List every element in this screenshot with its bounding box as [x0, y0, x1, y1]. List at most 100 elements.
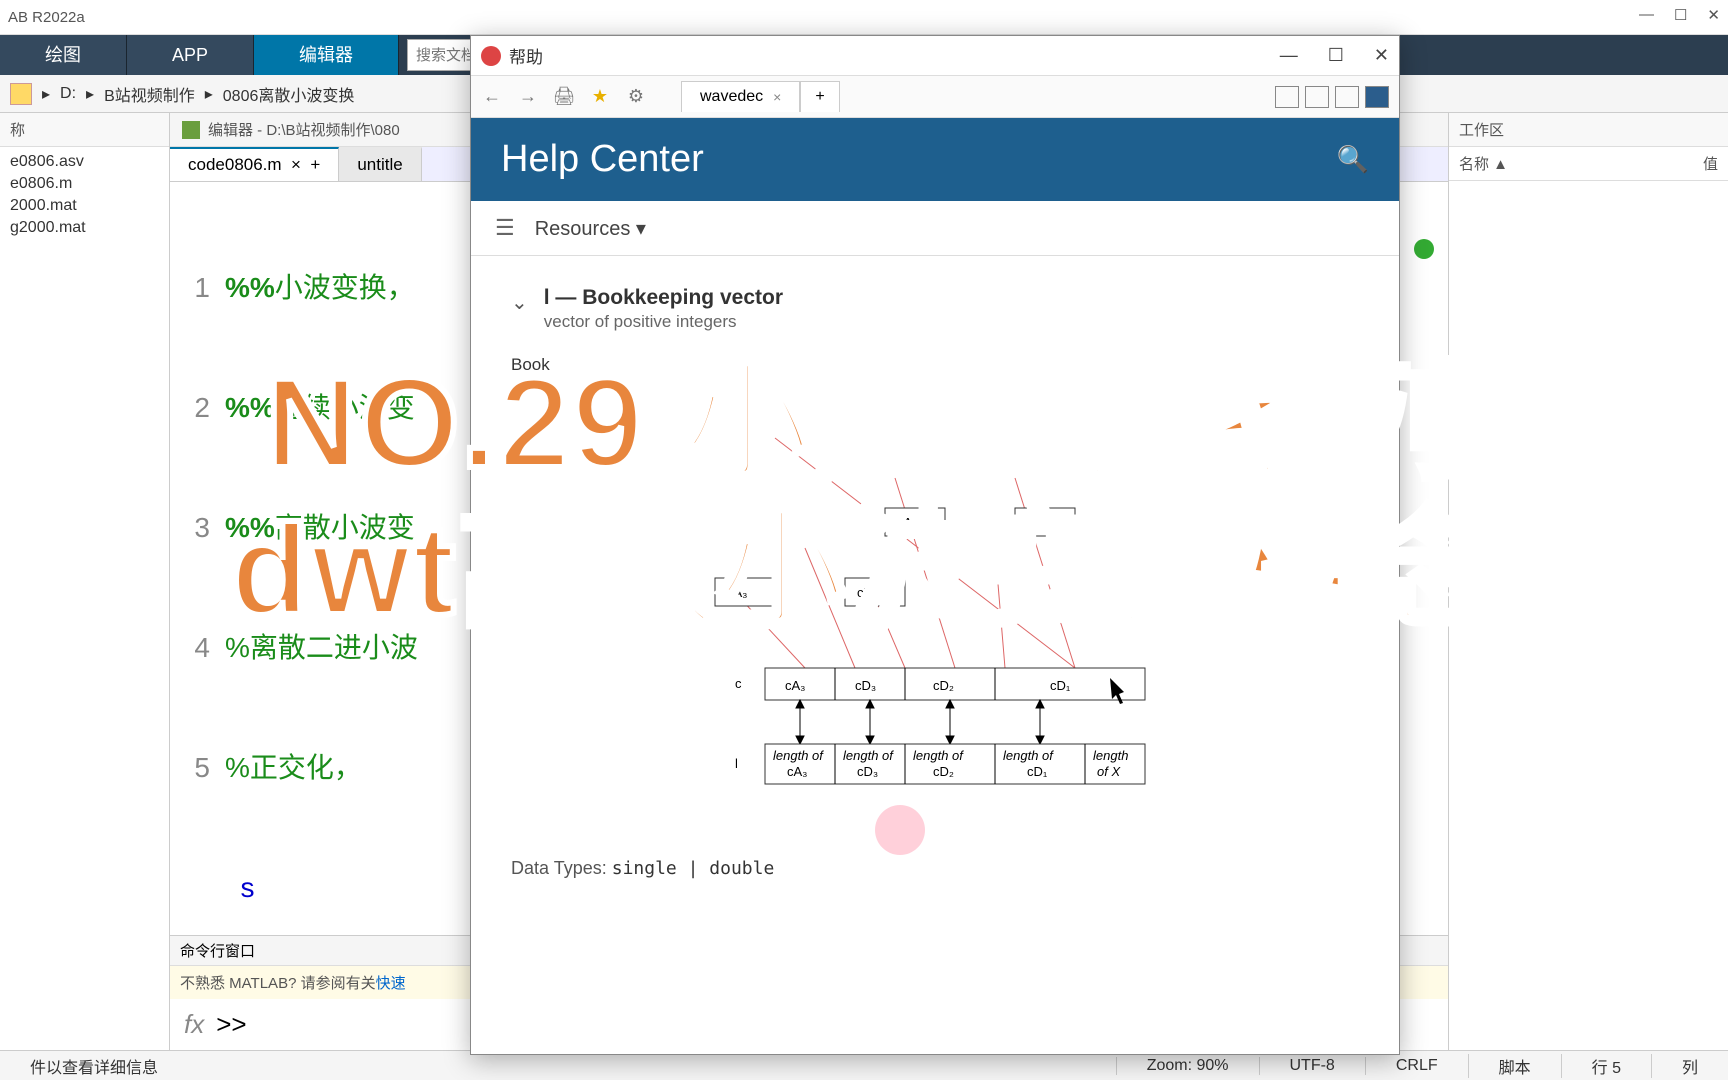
- svg-text:cD₃: cD₃: [855, 678, 876, 693]
- svg-text:length: length: [1093, 748, 1128, 763]
- bc-sep: ▸: [42, 84, 50, 104]
- file-item[interactable]: e0806.m: [0, 173, 169, 195]
- help-minimize[interactable]: —: [1280, 45, 1298, 66]
- window-controls: — ☐ ✕: [1639, 6, 1720, 24]
- sb-info: 件以查看详细信息: [0, 1054, 188, 1078]
- svg-text:cD₃: cD₃: [857, 585, 878, 600]
- resources-dropdown[interactable]: Resources ▾: [535, 216, 646, 241]
- svg-text:cA₃: cA₃: [787, 764, 807, 779]
- tab-editor[interactable]: 编辑器: [254, 35, 399, 75]
- quickstart-link[interactable]: 快速: [376, 975, 406, 992]
- svg-text:cD₁: cD₁: [1027, 764, 1048, 779]
- fx-icon[interactable]: fx: [184, 1009, 204, 1040]
- status-ok-icon: [1414, 239, 1434, 259]
- close-icon[interactable]: ×: [773, 89, 781, 105]
- wavedec-diagram: cA₂ cD₂ cA₃ cD₃ c cA₃ cD₃ cD₂ cD₁: [655, 408, 1215, 828]
- collapse-section[interactable]: ⌄ l — Bookkeeping vector vector of posit…: [511, 286, 1359, 332]
- help-close[interactable]: ✕: [1374, 45, 1389, 66]
- help-maximize[interactable]: ☐: [1328, 45, 1344, 66]
- gear-icon[interactable]: ⚙: [625, 86, 647, 108]
- app-title: AB R2022a: [8, 9, 85, 26]
- highlight-spot: [875, 805, 925, 855]
- data-types-row: Data Types: single | double: [511, 858, 1359, 879]
- file-item[interactable]: g2000.mat: [0, 217, 169, 239]
- svg-text:l: l: [735, 756, 738, 771]
- col-name[interactable]: 名称 ▲: [1459, 153, 1703, 174]
- help-window: 帮助 — ☐ ✕ ← → 🖨 ★ ⚙ wavedec× + Help Cente…: [470, 35, 1400, 1055]
- close-button[interactable]: ✕: [1707, 6, 1720, 24]
- file-list: e0806.asv e0806.m 2000.mat g2000.mat: [0, 147, 169, 243]
- file-item[interactable]: 2000.mat: [0, 195, 169, 217]
- help-app-icon: [481, 46, 501, 66]
- forward-icon[interactable]: →: [517, 86, 539, 108]
- search-icon[interactable]: 🔍: [1337, 144, 1369, 175]
- svg-text:cD₂: cD₂: [933, 764, 954, 779]
- svg-text:cA₂: cA₂: [897, 515, 917, 530]
- tab-app[interactable]: APP: [127, 35, 254, 75]
- layout-rows-icon[interactable]: [1335, 86, 1359, 108]
- svg-text:cD₂: cD₂: [1027, 515, 1048, 530]
- section-title: l — Bookkeeping vector: [544, 286, 783, 310]
- col-value[interactable]: 值: [1703, 153, 1718, 174]
- help-titlebar[interactable]: 帮助 — ☐ ✕: [471, 36, 1399, 76]
- name-column-header: 称: [0, 113, 169, 147]
- help-toolbar: ← → 🖨 ★ ⚙ wavedec× +: [471, 76, 1399, 118]
- folder-icon[interactable]: [10, 83, 32, 105]
- layout-split-icon[interactable]: [1305, 86, 1329, 108]
- favorite-icon[interactable]: ★: [589, 86, 611, 108]
- help-tab-new[interactable]: +: [800, 81, 839, 112]
- svg-text:cD₃: cD₃: [857, 764, 878, 779]
- help-center-title: Help Center: [501, 138, 704, 181]
- help-header: Help Center 🔍: [471, 118, 1399, 201]
- sb-encoding: UTF-8: [1259, 1057, 1365, 1075]
- help-tab[interactable]: wavedec×: [681, 81, 800, 112]
- svg-text:length of: length of: [843, 748, 894, 763]
- editor-icon: [182, 121, 200, 139]
- back-icon[interactable]: ←: [481, 86, 503, 108]
- svg-text:c: c: [735, 676, 742, 691]
- svg-text:length of: length of: [1003, 748, 1054, 763]
- bc-sep: ▸: [205, 84, 213, 104]
- sb-eol: CRLF: [1365, 1057, 1468, 1075]
- help-title-text: 帮助: [509, 43, 543, 68]
- editor-tab-inactive[interactable]: untitle: [339, 147, 421, 181]
- help-body[interactable]: ⌄ l — Bookkeeping vector vector of posit…: [471, 256, 1399, 1054]
- svg-text:cA₃: cA₃: [785, 678, 805, 693]
- line-number: 1: [170, 268, 225, 308]
- print-icon[interactable]: 🖨: [553, 86, 575, 108]
- bc-folder2[interactable]: 0806离散小波变换: [223, 82, 355, 106]
- sb-row: 行 5: [1561, 1054, 1651, 1078]
- hamburger-icon[interactable]: ☰: [495, 215, 515, 241]
- section-subtitle: vector of positive integers: [544, 312, 783, 332]
- help-resources-bar: ☰ Resources ▾: [471, 201, 1399, 256]
- diagram-svg: cA₂ cD₂ cA₃ cD₃ c cA₃ cD₃ cD₂ cD₁: [655, 408, 1215, 828]
- layout-single-icon[interactable]: [1365, 86, 1389, 108]
- tab-plot[interactable]: 绘图: [0, 35, 127, 75]
- workspace-title: 工作区: [1449, 113, 1728, 147]
- minimize-button[interactable]: —: [1639, 6, 1654, 24]
- layout-grid-icon[interactable]: [1275, 86, 1299, 108]
- svg-text:cA₃: cA₃: [727, 585, 747, 600]
- editor-tab-active[interactable]: code0806.m × +: [170, 147, 339, 181]
- bc-drive[interactable]: D:: [60, 85, 76, 103]
- prompt-symbol: >>: [216, 1009, 246, 1040]
- section-body: Book: [511, 352, 1359, 378]
- workspace-panel: 工作区 名称 ▲ 值: [1448, 113, 1728, 1050]
- chevron-down-icon[interactable]: ⌄: [511, 290, 528, 315]
- svg-text:length of: length of: [773, 748, 824, 763]
- current-folder-panel: 称 e0806.asv e0806.m 2000.mat g2000.mat: [0, 113, 170, 1050]
- app-titlebar: AB R2022a — ☐ ✕: [0, 0, 1728, 35]
- editor-path: 编辑器 - D:\B站视频制作\080: [208, 119, 400, 140]
- file-item[interactable]: e0806.asv: [0, 151, 169, 173]
- svg-text:length of: length of: [913, 748, 964, 763]
- svg-text:of X: of X: [1097, 764, 1121, 779]
- workspace-columns: 名称 ▲ 值: [1449, 147, 1728, 181]
- svg-text:cD₁: cD₁: [1050, 678, 1071, 693]
- bc-sep: ▸: [86, 84, 94, 104]
- sb-col: 列: [1651, 1054, 1728, 1078]
- sb-zoom[interactable]: Zoom: 90%: [1116, 1057, 1259, 1075]
- maximize-button[interactable]: ☐: [1674, 6, 1687, 24]
- bc-folder1[interactable]: B站视频制作: [104, 82, 195, 106]
- svg-text:cD₂: cD₂: [933, 678, 954, 693]
- sb-filetype: 脚本: [1468, 1054, 1561, 1078]
